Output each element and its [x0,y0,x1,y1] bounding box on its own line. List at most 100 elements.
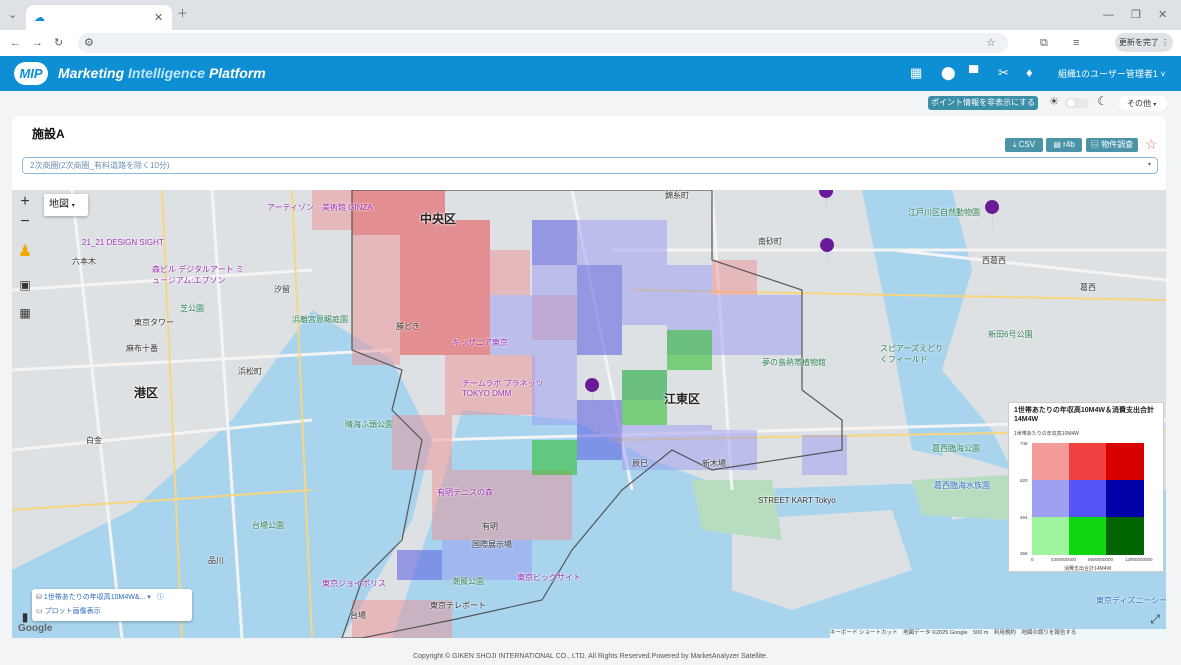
update-button[interactable]: 更新を完了 ⋮ [1115,33,1173,52]
legend-matrix [1032,443,1144,555]
toggle-knob [1067,99,1075,107]
legend-panel: 1世帯あたりの年収高10M4W＆消費支出合計14M4W 1世帯あたりの年収高10… [1008,402,1164,572]
point-visibility-button[interactable]: ポイント情報を非表示にする [928,96,1038,110]
other-select-label: その他 [1127,99,1151,108]
layer-icon: ⛁ [36,594,42,601]
legend-cell [1069,443,1106,480]
map-label-joypolis: 東京ジョイポリス [322,579,386,588]
browser-tabstrip: ⌄ ☁ ✕ ＋ — ❐ ✕ [0,0,1181,30]
tools-icon[interactable]: ✂ [998,65,1009,81]
map-label-design-sight: 21_21 DESIGN SIGHT [82,238,164,247]
map-label-tatsumi: 辰巳 [632,459,648,468]
address-bar[interactable]: ⚙ ☆ [78,33,1008,53]
layer-row-income-label: 1世帯あたりの年収高10M4W&... ▾ [43,594,151,601]
map-label-kasai: 葛西 [1080,283,1096,292]
zoom-in-button[interactable]: + [15,193,35,213]
legend-x-tick: 12900000000 [1125,557,1153,562]
legend-y-tick: 748 [1020,441,1028,446]
legend-cell [1106,517,1144,555]
favorite-star-icon[interactable]: ☆ [1145,136,1158,152]
property-survey-button[interactable]: ▤ 物件調査 [1086,138,1138,152]
map-label-shinagawa: 品川 [208,556,224,565]
app-title-part1: Marketing [58,65,125,81]
map-label-shirokane: 白金 [86,436,102,445]
app-title-part2: Intelligence [128,65,206,81]
map-label-kasai-rinkai: 葛西臨海公園 [932,444,980,453]
map-label-disney: 東京ディズニーシー [1096,596,1166,605]
map-label-yumenoshima: 夢の島熱帯植物館 [762,358,826,367]
other-select[interactable]: その他 ▾ [1119,96,1167,111]
map-label-koto: 江東区 [664,392,701,406]
site-info-icon[interactable]: ⚙ [84,37,94,49]
layer-row-plot[interactable]: ▭ プロット画像表示 [36,606,101,616]
reload-icon[interactable]: ↻ [54,37,63,49]
legend-x-tick: 4300000000 [1051,557,1077,562]
legend-cell [1069,517,1106,555]
toolbox-icon[interactable]: ▣ [16,276,34,294]
store-icon[interactable]: ▀ [969,65,978,81]
legend-x-tick: 8600000000 [1088,557,1114,562]
map-type-select[interactable]: 地図 ▾ [44,194,88,216]
new-tab-icon[interactable]: ＋ [177,8,188,20]
report-icon[interactable]: ▦ [910,65,922,81]
close-tab-icon[interactable]: ✕ [154,12,163,24]
trade-area-value: 2次商圏(2次商圏_有料道路を除く10分) [30,161,170,170]
minimize-icon[interactable]: — [1103,9,1114,21]
grid-icon[interactable]: ▦ [16,304,34,322]
legend-cell [1106,480,1144,517]
map-label-street-kart: STREET KART Tokyo [758,496,836,505]
forward-icon[interactable]: → [32,37,43,49]
map-label-shiokaze: 潮風公園 [452,577,484,586]
map-label-minato: 港区 [134,386,159,400]
restore-icon[interactable]: ❐ [1131,9,1141,21]
sun-icon: ☀ [1049,96,1059,108]
legend-cell [1032,443,1069,480]
layer-row-income[interactable]: ⛁ 1世帯あたりの年収高10M4W&... ▾ ⓘ [36,592,164,602]
user-menu[interactable]: 組織1のユーザー管理者1 ˅ [1058,67,1166,80]
extensions-icon[interactable]: ⧉ [1040,37,1048,49]
legend-y-tick: 620 [1020,478,1028,483]
legend-y-label: 1世帯あたりの年収高10M4W [1014,431,1080,437]
close-window-icon[interactable]: ✕ [1158,9,1167,21]
app-title-part3: Platform [208,65,266,81]
property-survey-label: 物件調査 [1101,140,1134,149]
map-label-mori: 森ビル デジタルアート ミュージアム:エプソン [152,265,244,285]
map-label-shiba-park: 芝公園 [180,304,204,313]
map-label-kinshicho: 錦糸町 [665,191,689,200]
legend-cell [1032,480,1069,517]
trade-area-select[interactable]: 2次商圏(2次商圏_有料道路を除く10分) ▾ [22,157,1158,174]
map-label-kasai-suizokuen: 葛西臨海水族園 [934,481,990,490]
info-icon[interactable]: ⓘ [157,594,164,601]
csv-button[interactable]: ⤓ CSV [1005,138,1043,152]
map-canvas[interactable]: 中央区 港区 江東区 東京タワー アーティゾン 美術館 GINZA 21_21 … [12,190,1166,638]
facility-title: 施設A [32,127,65,141]
browser-tab[interactable]: ☁ ✕ [26,5,172,30]
map-label-harumi: 晴海ふ頭公園 [345,420,393,429]
bookmark-star-icon[interactable]: ☆ [986,37,996,49]
reading-list-icon[interactable]: ≡ [1073,37,1079,49]
google-logo: Google [18,623,53,634]
back-icon[interactable]: ← [10,37,21,49]
r4b-label: r4b [1063,140,1075,149]
map-label-teleport: 東京テレポート [430,601,486,610]
theme-toggle[interactable] [1065,98,1089,108]
legend-y-tick: 368 [1020,551,1028,556]
bell-icon[interactable]: ♦ [1026,65,1033,81]
favicon-icon: ☁ [34,12,45,24]
tab-search-icon[interactable]: ⌄ [8,9,17,21]
fullscreen-icon[interactable]: ⤢ [1146,610,1164,628]
legend-x-label: 消費支出合計14M4W [1064,566,1112,572]
map-attribution[interactable]: キーボード ショートカット 地図データ ©2025 Google 500 m 利… [830,629,1166,638]
map-label-chuo: 中央区 [420,212,457,226]
street-view-pegman-icon[interactable]: ♟ [16,243,34,261]
map-pin-icon[interactable]: ⬤ [941,65,956,81]
map-label-azabu: 麻布十番 [126,344,158,353]
r4b-button[interactable]: ▤ r4b [1046,138,1082,152]
map-label-minami-sunamachi: 南砂町 [758,237,782,246]
zoom-out-button[interactable]: − [15,213,35,233]
logo[interactable]: MIP [14,62,48,85]
map-label-shiodome: 汐留 [274,285,290,294]
map-label-edogawa-zoo: 江戸川区自然動物園 [908,208,980,217]
footer-copyright: Copyright © GIKEN SHOJI INTERNATIONAL CO… [413,653,768,660]
image-icon: ▭ [36,608,43,615]
